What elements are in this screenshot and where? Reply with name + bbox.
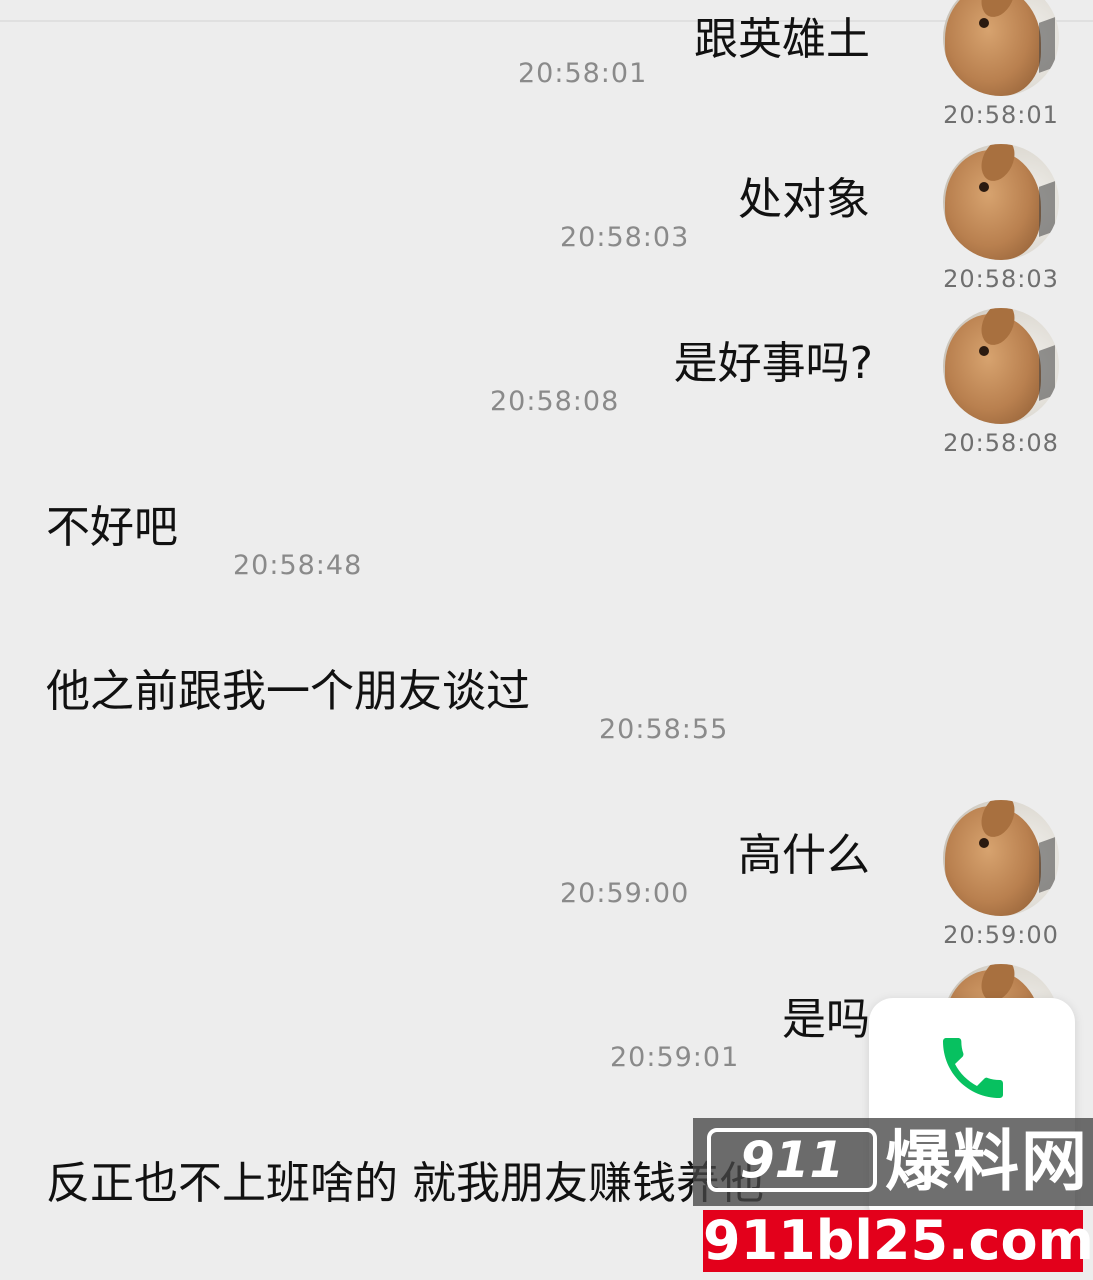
chat-message-text[interactable]: 反正也不上班啥的 就我朋友赚钱养他 — [46, 1158, 764, 1210]
contact-avatar[interactable] — [943, 800, 1059, 916]
avatar-timestamp: 20:59:00 — [943, 921, 1059, 949]
chat-message-text[interactable]: 跟英雄土 — [694, 14, 870, 66]
avatar-timestamp: 20:58:01 — [943, 101, 1059, 129]
watermark-url: 911bl25.com — [703, 1209, 1093, 1272]
chat-message-text[interactable]: 他之前跟我一个朋友谈过 — [46, 666, 530, 718]
phone-icon — [943, 1038, 1003, 1098]
chat-message-text[interactable]: 处对象 — [738, 174, 870, 226]
message-timestamp: 20:58:55 — [599, 714, 729, 745]
watermark-name: 爆料网 — [885, 1123, 1089, 1200]
message-timestamp: 20:59:01 — [610, 1042, 740, 1073]
contact-avatar[interactable] — [943, 0, 1059, 96]
avatar-timestamp: 20:58:03 — [943, 265, 1059, 293]
avatar-timestamp: 20:58:08 — [943, 429, 1059, 457]
contact-avatar[interactable] — [943, 308, 1059, 424]
message-timestamp: 20:59:00 — [560, 878, 690, 909]
message-timestamp: 20:58:08 — [490, 386, 620, 417]
chat-message-text[interactable]: 不好吧 — [46, 502, 178, 554]
contact-avatar[interactable] — [943, 144, 1059, 260]
chat-screen: 跟英雄土 20:58:01 20:58:01 处对象 20:58:03 20:5… — [0, 0, 1093, 1280]
message-timestamp: 20:58:48 — [233, 550, 363, 581]
watermark-badge: 911 — [707, 1128, 877, 1192]
site-watermark: 911 爆料网 911bl25.com — [693, 1118, 1093, 1280]
chat-message-text[interactable]: 是好事吗? — [674, 338, 873, 390]
message-timestamp: 20:58:03 — [560, 222, 690, 253]
chat-message-text[interactable]: 高什么 — [738, 830, 870, 882]
chat-message-text[interactable]: 是吗 — [782, 994, 870, 1046]
top-divider — [0, 20, 1093, 22]
message-timestamp: 20:58:01 — [518, 58, 648, 89]
